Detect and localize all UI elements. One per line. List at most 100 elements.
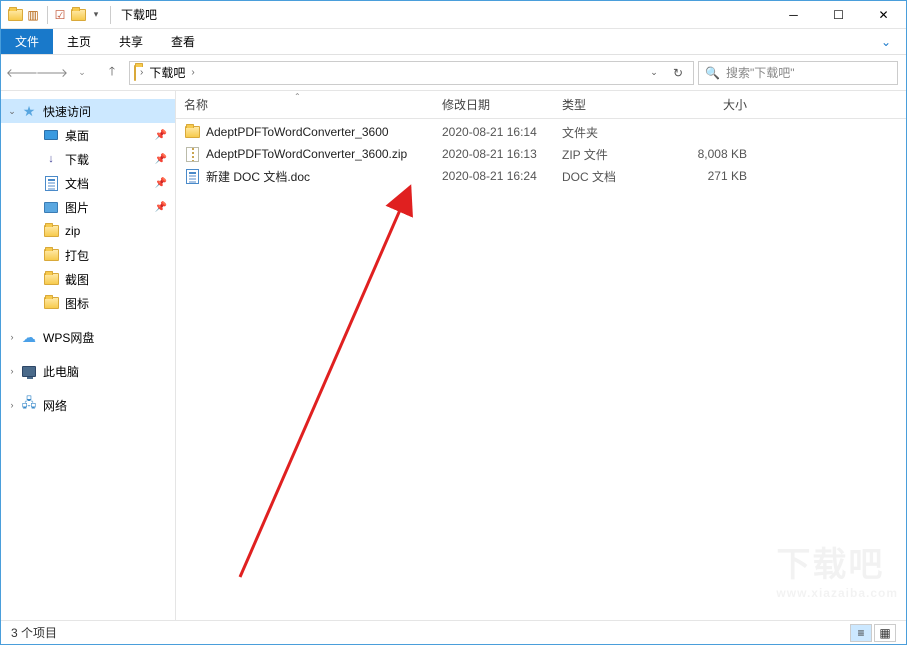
sidebar-item-screenshot[interactable]: 截图 (1, 267, 175, 291)
sidebar-item-label: 截图 (65, 271, 89, 288)
file-size: 8,008 KB (677, 147, 767, 161)
tab-share[interactable]: 共享 (105, 29, 157, 54)
sidebar-item-label: zip (65, 224, 80, 238)
nav-back-button[interactable]: 🡐 (9, 60, 35, 86)
ribbon-expand-icon[interactable]: ⌄ (866, 29, 906, 54)
view-details-button[interactable]: ≡ (850, 624, 872, 642)
search-icon: 🔍 (705, 66, 720, 80)
sidebar-item-documents[interactable]: 文档 📌 (1, 171, 175, 195)
sidebar-item-zip[interactable]: zip (1, 219, 175, 243)
pin-icon: 📌 (155, 154, 167, 165)
column-header-name[interactable]: 名称 ⌃ (184, 96, 442, 113)
qat-check-icon[interactable]: ☑ (52, 7, 68, 23)
content-pane: 名称 ⌃ 修改日期 类型 大小 AdeptPDFToWordConverter_… (176, 91, 906, 620)
column-header-size[interactable]: 大小 (677, 96, 767, 113)
sidebar-item-label: 文档 (65, 175, 89, 192)
nav-up-button[interactable]: 🡑 (99, 60, 125, 86)
doc-icon (184, 168, 200, 184)
sidebar-item-package[interactable]: 打包 (1, 243, 175, 267)
sidebar-item-desktop[interactable]: 桌面 📌 (1, 123, 175, 147)
sidebar-quickaccess[interactable]: ⌄ ★ 快速访问 (1, 99, 175, 123)
qat-dropdown-icon[interactable]: ▾ (88, 7, 104, 23)
sidebar-item-pictures[interactable]: 图片 📌 (1, 195, 175, 219)
pin-icon: 📌 (155, 178, 167, 189)
address-box[interactable]: › 下载吧 › ⌄ ↻ (129, 61, 694, 85)
separator (110, 6, 111, 24)
expand-icon[interactable]: › (7, 332, 17, 342)
desktop-icon (43, 127, 59, 143)
sidebar-item-label: 打包 (65, 247, 89, 264)
nav-recent-dropdown[interactable]: ⌄ (69, 60, 95, 86)
file-type: DOC 文档 (562, 168, 677, 185)
file-date: 2020-08-21 16:14 (442, 125, 562, 139)
file-name: AdeptPDFToWordConverter_3600.zip (206, 147, 407, 161)
folder-icon (43, 295, 59, 311)
download-icon: ↓ (43, 151, 59, 167)
file-type: 文件夹 (562, 124, 677, 141)
expand-icon[interactable]: › (7, 366, 17, 376)
address-dropdown-icon[interactable]: ⌄ (643, 62, 665, 84)
column-label: 名称 (184, 98, 208, 112)
breadcrumb-label: 下载吧 (149, 64, 185, 81)
minimize-button[interactable]: ─ (771, 1, 816, 29)
file-name: AdeptPDFToWordConverter_3600 (206, 125, 389, 139)
titlebar: ▥ ☑ ▾ 下载吧 ─ ☐ ✕ (1, 1, 906, 29)
folder-icon (43, 223, 59, 239)
folder-icon (7, 7, 23, 23)
maximize-button[interactable]: ☐ (816, 1, 861, 29)
sidebar: ⌄ ★ 快速访问 桌面 📌 ↓ 下载 📌 文档 📌 图片 📌 zip (1, 91, 176, 620)
sidebar-network[interactable]: › 🖧 网络 (1, 393, 175, 417)
search-placeholder: 搜索"下载吧" (726, 64, 795, 81)
sidebar-item-label: 快速访问 (43, 103, 91, 120)
chevron-right-icon[interactable]: › (191, 67, 194, 78)
qat-properties-icon[interactable]: ▥ (25, 7, 41, 23)
sidebar-item-icons[interactable]: 图标 (1, 291, 175, 315)
main-area: ⌄ ★ 快速访问 桌面 📌 ↓ 下载 📌 文档 📌 图片 📌 zip (1, 91, 906, 620)
address-bar-row: 🡐 🡒 ⌄ 🡑 › 下载吧 › ⌄ ↻ 🔍 搜索"下载吧" (1, 55, 906, 91)
file-name: 新建 DOC 文档.doc (206, 168, 310, 185)
view-icons-button[interactable]: ▦ (874, 624, 896, 642)
view-mode-buttons: ≡ ▦ (850, 624, 896, 642)
file-row[interactable]: AdeptPDFToWordConverter_3600.zip 2020-08… (176, 143, 906, 165)
file-type: ZIP 文件 (562, 146, 677, 163)
file-row[interactable]: 新建 DOC 文档.doc 2020-08-21 16:24 DOC 文档 27… (176, 165, 906, 187)
expand-icon[interactable]: ⌄ (7, 106, 17, 117)
sort-asc-icon: ⌃ (294, 92, 301, 101)
file-size: 271 KB (677, 169, 767, 183)
refresh-button[interactable]: ↻ (667, 62, 689, 84)
sidebar-item-label: 此电脑 (43, 363, 79, 380)
file-menu-button[interactable]: 文件 (1, 29, 53, 54)
doc-icon (43, 175, 59, 191)
close-button[interactable]: ✕ (861, 1, 906, 29)
folder-icon (184, 124, 200, 140)
sidebar-item-label: 桌面 (65, 127, 89, 144)
file-row[interactable]: AdeptPDFToWordConverter_3600 2020-08-21 … (176, 121, 906, 143)
sidebar-item-label: 图标 (65, 295, 89, 312)
folder-icon (43, 271, 59, 287)
search-input[interactable]: 🔍 搜索"下载吧" (698, 61, 898, 85)
column-header-date[interactable]: 修改日期 (442, 96, 562, 113)
status-item-count: 3 个项目 (11, 624, 57, 641)
sidebar-item-label: 图片 (65, 199, 89, 216)
breadcrumb[interactable]: 下载吧 (147, 62, 187, 84)
file-list: AdeptPDFToWordConverter_3600 2020-08-21 … (176, 119, 906, 620)
sidebar-item-label: WPS网盘 (43, 329, 94, 346)
expand-icon[interactable]: › (7, 400, 17, 410)
column-header-type[interactable]: 类型 (562, 96, 677, 113)
pin-icon: 📌 (155, 202, 167, 213)
folder-icon (43, 199, 59, 215)
separator (47, 6, 48, 24)
folder-icon (70, 7, 86, 23)
pin-icon: 📌 (155, 130, 167, 141)
nav-forward-button[interactable]: 🡒 (39, 60, 65, 86)
sidebar-item-downloads[interactable]: ↓ 下载 📌 (1, 147, 175, 171)
sidebar-item-label: 下载 (65, 151, 89, 168)
sidebar-wps[interactable]: › ☁ WPS网盘 (1, 325, 175, 349)
sidebar-item-label: 网络 (43, 397, 67, 414)
tab-home[interactable]: 主页 (53, 29, 105, 54)
pc-icon (21, 363, 37, 379)
tab-view[interactable]: 查看 (157, 29, 209, 54)
column-headers: 名称 ⌃ 修改日期 类型 大小 (176, 91, 906, 119)
chevron-right-icon[interactable]: › (140, 67, 143, 78)
sidebar-thispc[interactable]: › 此电脑 (1, 359, 175, 383)
